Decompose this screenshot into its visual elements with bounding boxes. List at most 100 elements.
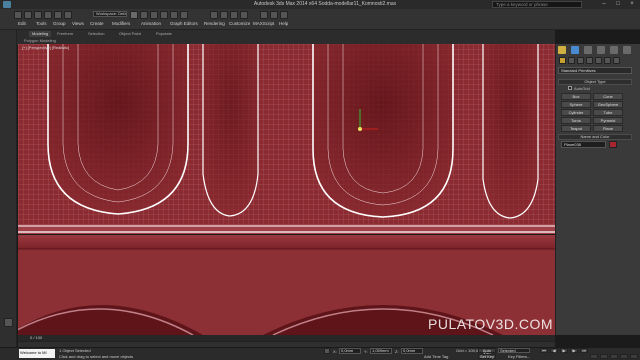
geosphere-button[interactable]: GeoSphere [593,101,623,108]
sphere-button[interactable]: Sphere [561,101,591,108]
cone-button[interactable]: Cone [593,93,623,100]
ribbon [0,30,555,45]
x-coord-field[interactable]: 0,0mm [339,348,361,354]
spacewarps-icon[interactable] [604,57,611,64]
select-region-icon[interactable] [150,11,158,19]
material-editor-icon[interactable] [260,11,268,19]
box-button[interactable]: Box [561,93,591,100]
add-time-tag[interactable]: Add Time Tag [424,354,448,359]
menu-graph-editors[interactable]: Graph Editors [170,21,198,28]
pan-icon[interactable] [610,354,618,359]
save-file-icon[interactable] [34,11,42,19]
rotate-icon[interactable] [170,11,178,19]
snap-icon[interactable] [210,11,218,19]
maximize-viewport-icon[interactable] [630,354,638,359]
next-frame-icon[interactable]: ▶ [570,348,578,353]
tab-selection[interactable]: Selection [88,31,104,37]
open-file-icon[interactable] [24,11,32,19]
project-folder-icon[interactable] [64,11,72,19]
y-coord-field[interactable]: 1,059mm [370,348,392,354]
maxscript-listener[interactable]: Welcome to MI [19,349,55,358]
key-filters-button[interactable]: Key Filters... [508,354,530,359]
previous-frame-icon[interactable]: ◀ [550,348,558,353]
angle-snap-icon[interactable] [220,11,228,19]
object-name-field[interactable]: Plane038 [561,141,606,148]
time-slider-label: 0 / 100 [30,335,43,340]
tab-populate[interactable]: Populate [156,31,172,37]
menu-create[interactable]: Create [90,21,104,28]
menu-rendering[interactable]: Rendering [204,21,225,28]
scale-icon[interactable] [180,11,188,19]
tab-freeform[interactable]: Freeform [57,31,73,37]
z-coord-label: Z: [395,349,399,354]
object-type-rollout[interactable]: Object Type [558,79,632,85]
workspace-dropdown[interactable]: Workspace: Default [93,11,127,17]
play-icon[interactable]: ▶ [560,348,568,353]
viewport-label[interactable]: [+] [Perspective] [Realistic] [22,45,69,50]
cylinder-button[interactable]: Cylinder [561,109,591,116]
create-tab-icon[interactable] [558,46,566,54]
teapot-button[interactable]: Teapot [561,125,591,132]
tab-object-paint[interactable]: Object Paint [119,31,141,37]
viewport-perspective[interactable] [18,44,555,234]
motion-tab-icon[interactable] [597,46,605,54]
app-logo-icon[interactable] [3,1,11,8]
hierarchy-tab-icon[interactable] [584,46,592,54]
systems-icon[interactable] [613,57,620,64]
orbit-icon[interactable] [620,354,628,359]
move-icon[interactable] [160,11,168,19]
maximize-icon[interactable]: □ [611,0,625,9]
pyramid-button[interactable]: Pyramid [593,117,623,124]
zoom-icon[interactable] [590,354,598,359]
cameras-icon[interactable] [586,57,593,64]
geometry-icon[interactable] [559,57,566,64]
menu-modifiers[interactable]: Modifiers [112,21,130,28]
menu-group[interactable]: Group [53,21,66,28]
menu-animation[interactable]: Animation [141,21,161,28]
key-set-dropdown[interactable]: Selected [498,348,530,353]
auto-key-button[interactable]: Auto Key [478,348,496,356]
tube-button[interactable]: Tube [593,109,623,116]
modify-tab-icon[interactable] [571,46,579,54]
menu-maxscript[interactable]: MAXScript [253,21,274,28]
menu-views[interactable]: Views [72,21,84,28]
render-setup-icon[interactable] [270,11,278,19]
redo-icon[interactable] [54,11,62,19]
set-key-button[interactable]: Set Key [478,354,496,359]
menu-tools[interactable]: Tools [36,21,47,28]
lock-selection-icon[interactable] [324,348,330,354]
align-icon[interactable] [240,11,248,19]
primitive-type-dropdown[interactable]: Standard Primitives [558,67,632,74]
select-object-icon[interactable] [130,11,138,19]
search-input[interactable]: Type a keyword or phrase [492,1,582,8]
new-file-icon[interactable] [14,11,22,19]
lights-icon[interactable] [577,57,584,64]
undo-icon[interactable] [44,11,52,19]
name-color-rollout[interactable]: Name and Color [558,134,632,140]
y-coord-label: Y: [364,349,368,354]
object-color-swatch[interactable] [609,141,617,148]
display-tab-icon[interactable] [610,46,618,54]
tab-modeling[interactable]: Modeling [29,31,52,37]
render-icon[interactable] [280,11,288,19]
viewport-layout-icon[interactable] [4,318,13,327]
close-icon[interactable]: × [625,0,639,9]
zoom-all-icon[interactable] [600,354,608,359]
go-to-end-icon[interactable]: ⏭ [580,348,588,353]
autogrid-checkbox[interactable] [568,86,572,90]
go-to-start-icon[interactable]: ⏮ [540,348,548,353]
x-coord-label: X: [333,349,337,354]
select-by-name-icon[interactable] [140,11,148,19]
menu-edit[interactable]: Edit [18,21,26,28]
helpers-icon[interactable] [595,57,602,64]
menu-customize[interactable]: Customize [229,21,250,28]
torus-button[interactable]: Torus [561,117,591,124]
shapes-icon[interactable] [568,57,575,64]
watermark-text: PULATOV3D.COM [428,316,554,332]
mirror-icon[interactable] [230,11,238,19]
menu-help[interactable]: Help [279,21,288,28]
minimize-icon[interactable]: – [597,0,611,9]
plane-button[interactable]: Plane [593,125,623,132]
z-coord-field[interactable]: 0,0mm [401,348,423,354]
utilities-tab-icon[interactable] [623,46,631,54]
